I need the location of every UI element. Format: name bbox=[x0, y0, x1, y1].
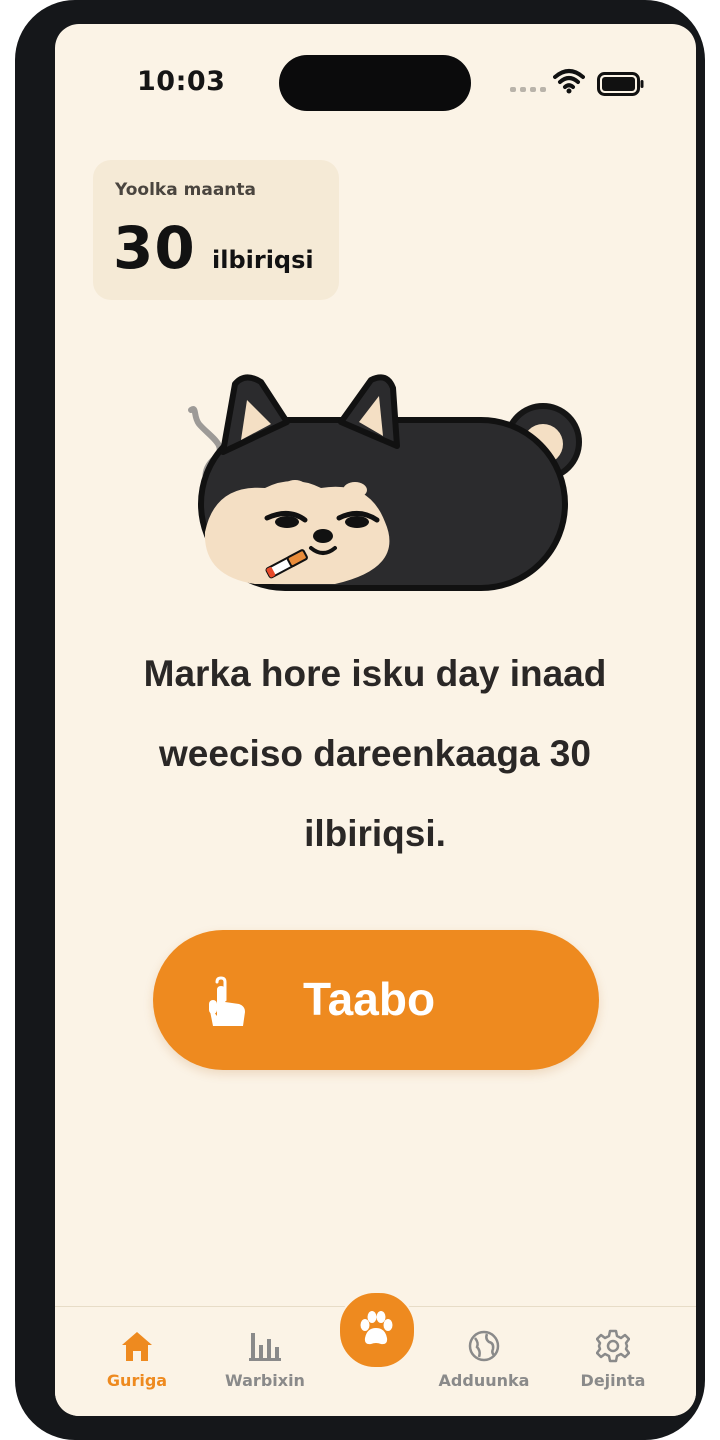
phone-frame: 10:03 Yoolka maanta 30 ilbiriqsi Marka h… bbox=[15, 0, 705, 1440]
today-unit: ilbiriqsi bbox=[212, 246, 314, 274]
bar-chart-icon bbox=[249, 1333, 281, 1361]
dynamic-island bbox=[279, 55, 471, 111]
screen: 10:03 Yoolka maanta 30 ilbiriqsi Marka h… bbox=[55, 24, 696, 1416]
gear-icon bbox=[595, 1329, 631, 1363]
today-value: 30 bbox=[113, 214, 196, 282]
tab-report-label: Warbixin bbox=[225, 1371, 305, 1390]
paw-icon bbox=[360, 1311, 393, 1345]
battery-icon bbox=[597, 72, 644, 96]
tap-finger-icon bbox=[209, 976, 245, 1026]
tab-report[interactable]: Warbixin bbox=[205, 1329, 325, 1390]
tab-home-label: Guriga bbox=[106, 1371, 168, 1390]
tap-button[interactable]: Taabo bbox=[153, 930, 599, 1070]
wifi-icon bbox=[553, 69, 585, 94]
smoking-dog-mascot bbox=[188, 374, 582, 591]
tab-settings-label: Dejinta bbox=[580, 1371, 646, 1390]
tab-world-label: Adduunka bbox=[438, 1371, 530, 1390]
cellular-signal-icon bbox=[510, 87, 546, 92]
home-icon bbox=[122, 1332, 152, 1361]
globe-icon bbox=[468, 1330, 500, 1362]
status-time: 10:03 bbox=[137, 66, 226, 97]
message-text: Marka hore isku day inaad weeciso dareen… bbox=[143, 653, 607, 854]
tab-world[interactable]: Adduunka bbox=[424, 1329, 544, 1390]
today-label: Yoolka maanta bbox=[115, 180, 256, 200]
paw-center-button[interactable] bbox=[338, 1291, 416, 1369]
tap-button-label: Taabo bbox=[303, 973, 436, 1025]
tab-bar: Guriga Warbixin Adduunka Dejinta bbox=[55, 1291, 696, 1416]
tab-home[interactable]: Guriga bbox=[77, 1329, 197, 1390]
today-summary-card: Yoolka maanta 30 ilbiriqsi bbox=[93, 160, 339, 300]
tab-settings[interactable]: Dejinta bbox=[553, 1329, 673, 1390]
